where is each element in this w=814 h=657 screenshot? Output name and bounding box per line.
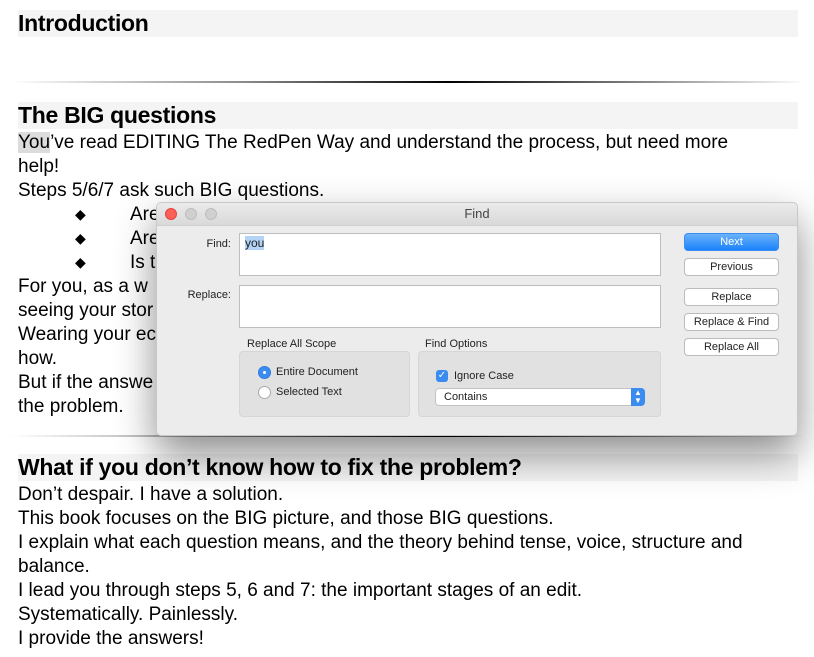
paragraph: You’ve read EDITING The RedPen Way and u… (18, 131, 728, 155)
heading-introduction: Introduction (18, 10, 798, 37)
previous-button[interactable]: Previous (684, 258, 779, 276)
radio-entire-document[interactable] (258, 366, 271, 379)
checkbox-label: Ignore Case (454, 370, 514, 382)
paragraph: help! (18, 156, 60, 177)
replace-input[interactable] (239, 285, 661, 328)
bullet-diamond-icon: ◆ (75, 206, 86, 222)
replace-label: Replace: (187, 289, 231, 301)
replace-and-find-button[interactable]: Replace & Find (684, 313, 779, 331)
paragraph: Steps 5/6/7 ask such BIG questions. (18, 180, 325, 201)
dialog-title: Find (464, 206, 490, 221)
scope-group-title: Replace All Scope (247, 338, 337, 350)
paragraph: Don’t despair. I have a solution. (18, 484, 284, 505)
bullet-diamond-icon: ◆ (75, 230, 86, 246)
paragraph: This book focuses on the BIG picture, an… (18, 508, 554, 529)
minimize-icon[interactable] (185, 208, 197, 220)
paragraph: the problem. (18, 396, 124, 417)
find-label: Find: (206, 238, 231, 250)
paragraph: balance. (18, 556, 90, 577)
paragraph-text: ’ve read EDITING The RedPen Way and unde… (50, 132, 729, 153)
paragraph: I provide the answers! (18, 628, 204, 649)
radio-selected-text[interactable] (258, 386, 271, 399)
zoom-icon[interactable] (205, 208, 217, 220)
dialog-titlebar[interactable]: Find (157, 203, 797, 226)
paragraph: I explain what each question means, and … (18, 532, 743, 553)
paragraph: For you, as a w (18, 276, 148, 297)
replace-all-button[interactable]: Replace All (684, 338, 779, 356)
match-mode-value: Contains (444, 391, 488, 403)
heading-big-questions: The BIG questions (18, 102, 798, 129)
paragraph: how. (18, 348, 58, 369)
heading-fix-problem: What if you don’t know how to fix the pr… (18, 454, 798, 481)
ignore-case-checkbox[interactable]: ✓ (436, 370, 448, 382)
replace-button[interactable]: Replace (684, 288, 779, 306)
options-group: ✓ Ignore Case Contains ▲ ▼ (418, 351, 661, 417)
paragraph: seeing your stor (18, 300, 154, 321)
find-input-value: you (245, 236, 265, 250)
paragraph: Systematically. Painlessly. (18, 604, 238, 625)
next-button[interactable]: Next (684, 233, 779, 251)
scope-group: Entire Document Selected Text (239, 351, 410, 417)
radio-label: Entire Document (276, 366, 358, 378)
close-icon[interactable] (165, 208, 177, 220)
match-mode-select[interactable]: Contains ▲ ▼ (435, 388, 645, 406)
radio-label: Selected Text (276, 386, 342, 398)
paragraph: Wearing your ec (18, 324, 156, 345)
section-divider (10, 81, 805, 83)
bullet-diamond-icon: ◆ (75, 254, 86, 270)
bullet-item: Is t (130, 252, 156, 273)
options-group-title: Find Options (425, 338, 488, 350)
search-match-highlight: You (18, 132, 51, 153)
find-input[interactable]: you (239, 233, 661, 276)
find-dialog: Find Find: you Replace: Replace All Scop… (156, 202, 798, 436)
paragraph: I lead you through steps 5, 6 and 7: the… (18, 580, 583, 601)
paragraph: But if the answe (18, 372, 154, 393)
chevron-updown-icon: ▲ ▼ (631, 388, 645, 406)
